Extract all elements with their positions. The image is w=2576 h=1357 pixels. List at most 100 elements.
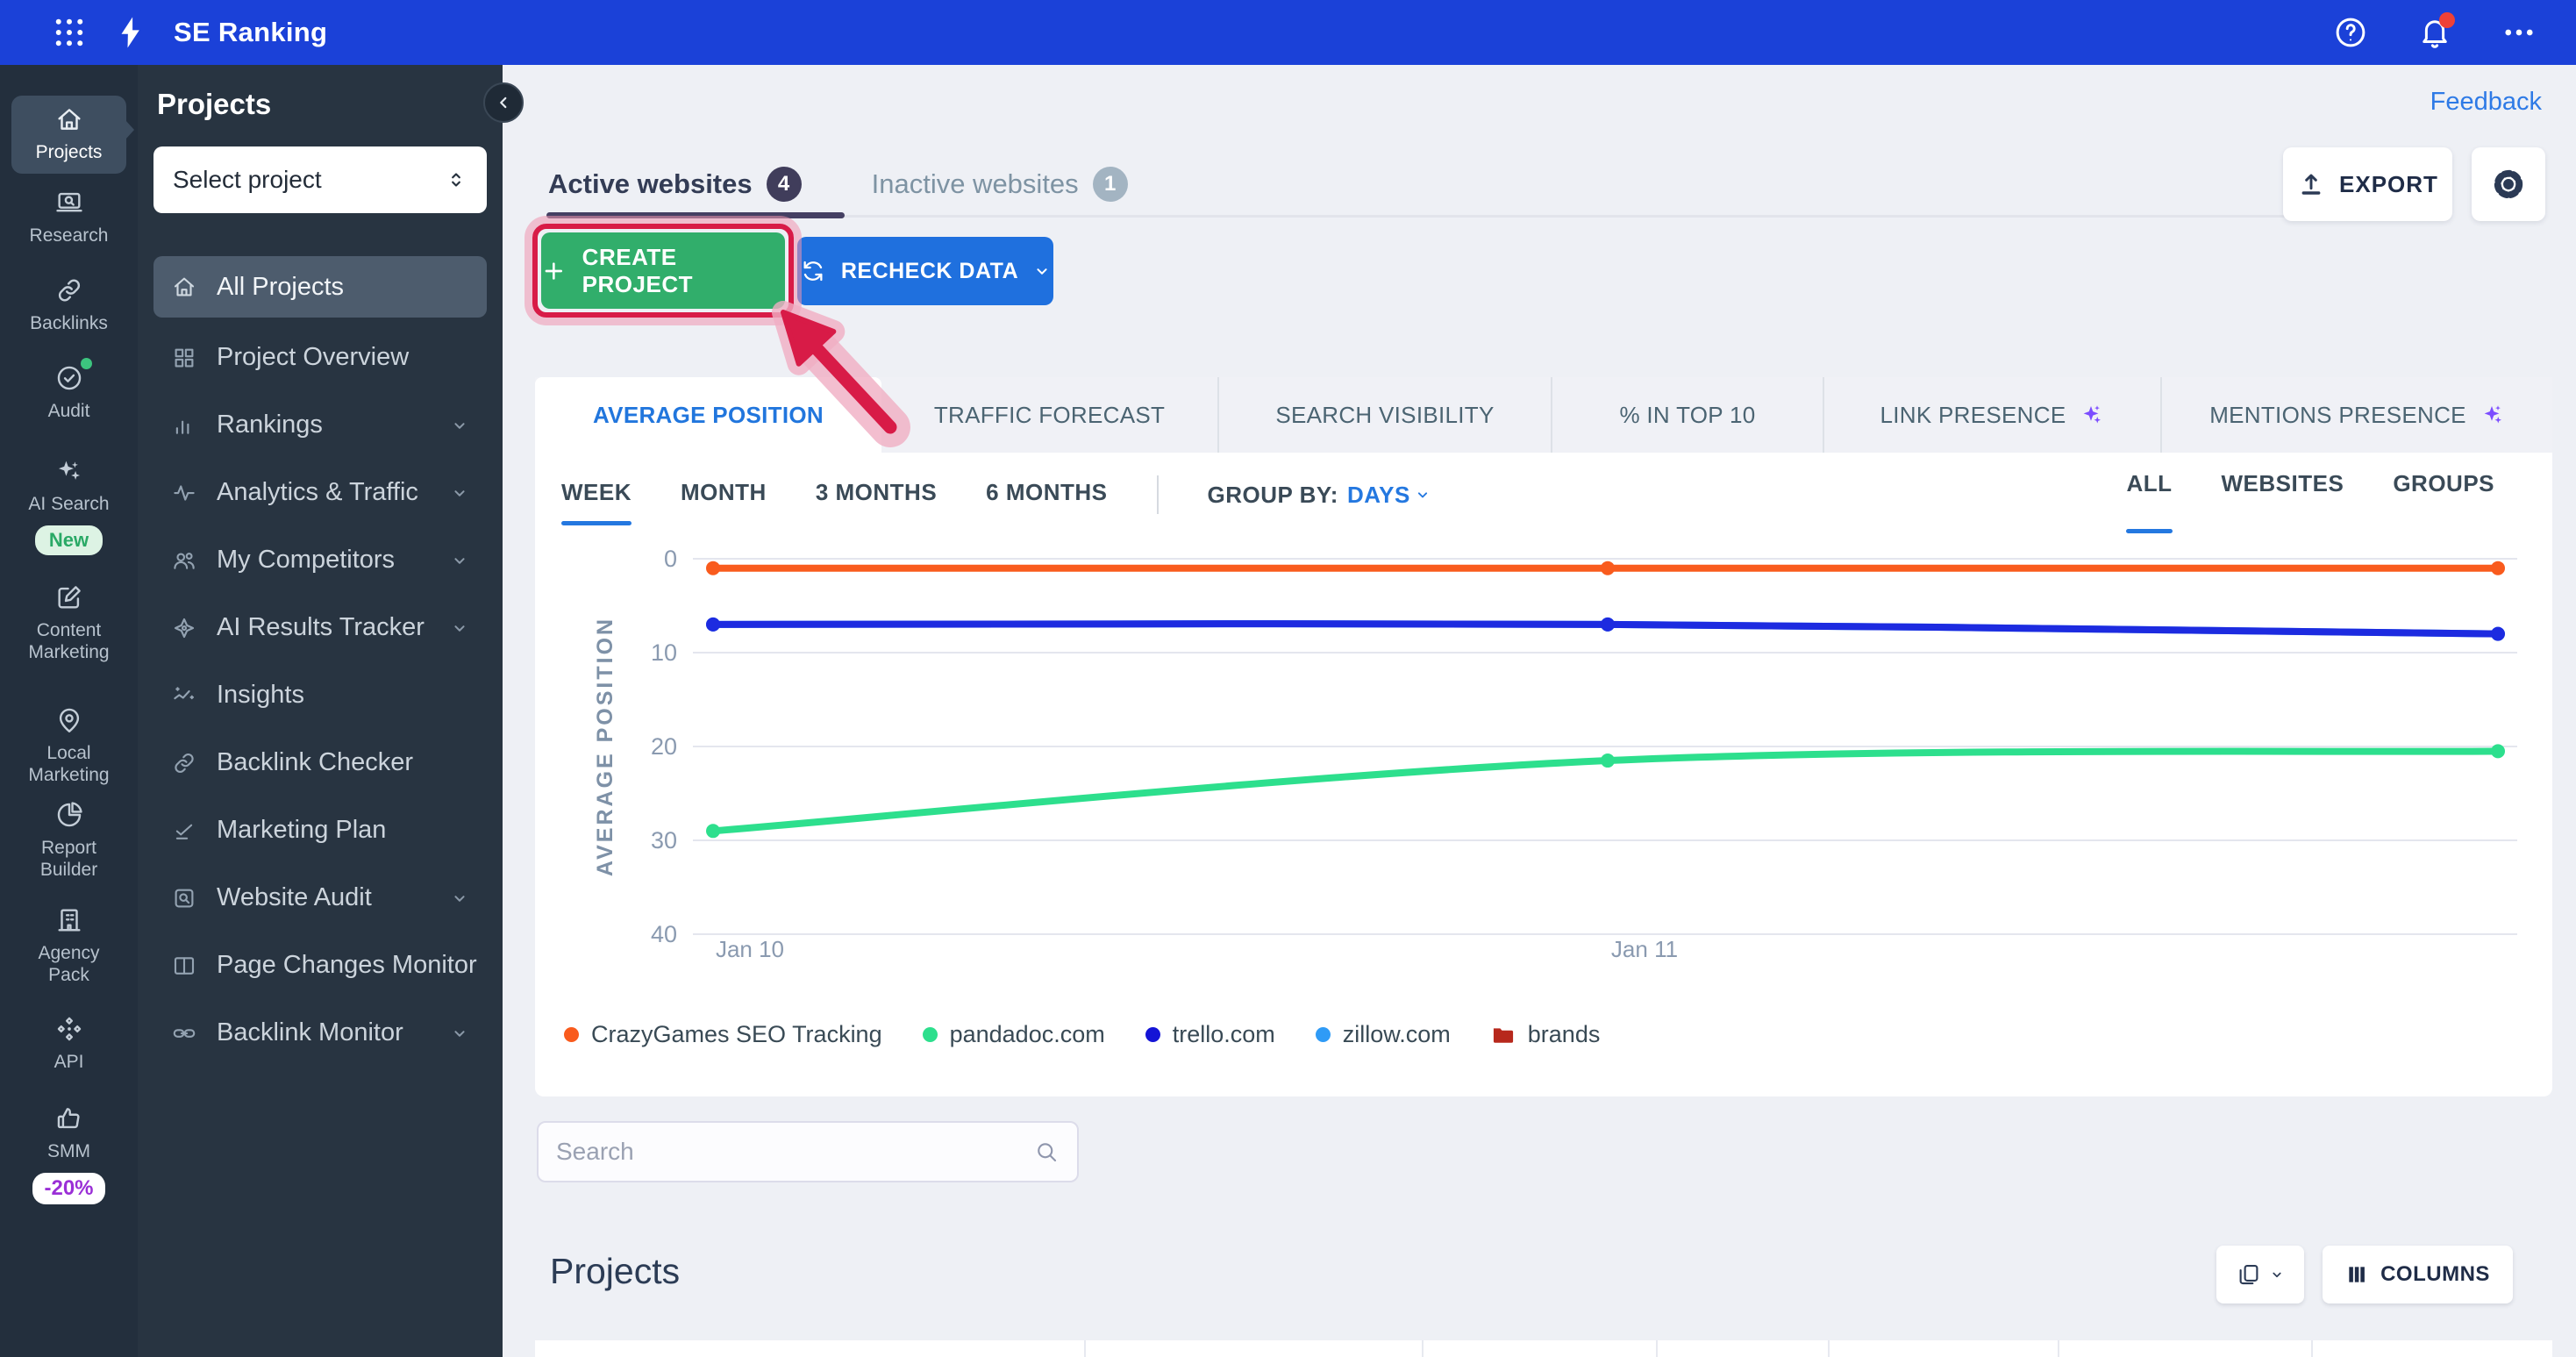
rail-item-label: Audit <box>48 400 90 422</box>
scope-all[interactable]: ALL <box>2126 470 2172 519</box>
help-icon[interactable] <box>2332 14 2369 51</box>
se-ranking-logo-icon[interactable] <box>112 14 149 51</box>
feedback-link[interactable]: Feedback <box>2430 88 2542 117</box>
sidebar-item-website-audit[interactable]: Website Audit <box>153 864 487 932</box>
folder-icon <box>1491 1023 1516 1047</box>
sidebar-collapse-button[interactable] <box>483 82 524 123</box>
chevron-down-icon <box>450 416 469 435</box>
svg-text:Jan 10: Jan 10 <box>716 936 784 962</box>
activity-icon <box>171 480 197 506</box>
chevron-down-icon <box>450 889 469 908</box>
svg-text:Jan 11: Jan 11 <box>1611 936 1678 962</box>
tab-inactive-websites[interactable]: Inactive websites 1 <box>872 167 1128 202</box>
search-box <box>537 1121 1079 1182</box>
metric-tab-average-position[interactable]: AVERAGE POSITION <box>535 377 881 453</box>
sidebar-item-page-changes-monitor[interactable]: Page Changes Monitor <box>153 932 487 999</box>
create-project-button[interactable]: CREATE PROJECT <box>541 232 785 309</box>
rail-item-label: Backlinks <box>30 312 108 334</box>
chevron-down-icon <box>1414 486 1431 504</box>
rail-item-smm[interactable]: SMM -20% <box>0 1103 138 1204</box>
rail-item-report-builder[interactable]: Report Builder <box>0 800 138 881</box>
sidebar-item-all-projects[interactable]: All Projects <box>153 256 487 318</box>
svg-text:30: 30 <box>651 827 677 853</box>
legend-item[interactable]: CrazyGames SEO Tracking <box>564 1021 882 1048</box>
tab-track-line <box>845 215 2423 218</box>
sidebar-item-project-overview[interactable]: Project Overview <box>153 324 487 391</box>
chart-legend: CrazyGames SEO Tracking pandadoc.com tre… <box>564 1021 1600 1048</box>
svg-text:20: 20 <box>651 733 677 760</box>
rail-item-backlinks[interactable]: Backlinks <box>0 275 138 334</box>
sparkles-icon <box>54 456 84 486</box>
more-menu-icon[interactable] <box>2501 14 2537 51</box>
export-button[interactable]: EXPORT <box>2283 147 2452 221</box>
rail-item-label: SMM <box>47 1140 90 1162</box>
sidebar-item-my-competitors[interactable]: My Competitors <box>153 526 487 594</box>
rail-item-agency-pack[interactable]: Agency Pack <box>0 905 138 986</box>
bar-chart-icon <box>171 412 197 439</box>
gear-icon <box>2490 166 2527 203</box>
time-range-controls: WEEK MONTH 3 MONTHS 6 MONTHS GROUP BY: D… <box>561 470 1431 519</box>
audit-search-icon <box>171 885 197 911</box>
range-month[interactable]: MONTH <box>681 479 767 511</box>
sidebar-nav: Project Overview Rankings Analytics & Tr… <box>153 324 487 1067</box>
sidebar-item-backlink-checker[interactable]: Backlink Checker <box>153 729 487 796</box>
chain-link-icon <box>171 1020 197 1046</box>
metric-tab-search-visibility[interactable]: SEARCH VISIBILITY <box>1219 377 1552 453</box>
checklist-icon <box>171 818 197 844</box>
ai-sparkle-icon <box>2078 402 2104 428</box>
app-grid-icon[interactable] <box>51 14 88 51</box>
scope-groups[interactable]: GROUPS <box>2393 470 2494 519</box>
average-position-chart: 010203040Jan 10Jan 11AVERAGE POSITION <box>579 535 2544 978</box>
active-notch <box>125 120 134 139</box>
sidebar-item-label: All Projects <box>217 273 344 302</box>
search-input[interactable] <box>556 1138 1033 1166</box>
recheck-data-button[interactable]: RECHECK DATA <box>797 237 1053 305</box>
sidebar-item-rankings[interactable]: Rankings <box>153 391 487 459</box>
rail-item-audit[interactable]: Audit <box>0 363 138 422</box>
metric-tab-traffic-forecast[interactable]: TRAFFIC FORECAST <box>881 377 1219 453</box>
rail-item-projects[interactable]: Projects <box>11 96 126 174</box>
rail-item-local-marketing[interactable]: Local Marketing <box>0 705 138 786</box>
annotation-highlight-box: CREATE PROJECT <box>532 224 794 318</box>
group-by-control[interactable]: GROUP BY: DAYS <box>1208 482 1431 509</box>
sidebar-item-insights[interactable]: Insights <box>153 661 487 729</box>
metric-tab-in-top-10[interactable]: % IN TOP 10 <box>1552 377 1824 453</box>
metric-tab-link-presence[interactable]: LINK PRESENCE <box>1824 377 2162 453</box>
sidebar-item-marketing-plan[interactable]: Marketing Plan <box>153 796 487 864</box>
legend-marker <box>564 1027 579 1042</box>
ai-tracker-icon <box>171 615 197 641</box>
upload-icon <box>2297 170 2325 198</box>
tab-active-websites[interactable]: Active websites 4 <box>548 167 802 202</box>
svg-text:0: 0 <box>664 546 677 572</box>
range-6-months[interactable]: 6 MONTHS <box>986 479 1107 511</box>
sidebar-item-analytics-traffic[interactable]: Analytics & Traffic <box>153 459 487 526</box>
settings-button[interactable] <box>2472 147 2545 221</box>
columns-button[interactable]: COLUMNS <box>2323 1246 2513 1303</box>
projects-section-title: Projects <box>550 1251 680 1292</box>
metric-tab-mentions-presence[interactable]: MENTIONS PRESENCE <box>2162 377 2552 453</box>
svg-text:40: 40 <box>651 921 677 947</box>
legend-item[interactable]: trello.com <box>1145 1021 1275 1048</box>
legend-item-brands[interactable]: brands <box>1491 1021 1601 1048</box>
legend-item[interactable]: pandadoc.com <box>923 1021 1105 1048</box>
range-week[interactable]: WEEK <box>561 479 632 511</box>
count-badge: 4 <box>767 167 802 202</box>
sidebar-item-backlink-monitor[interactable]: Backlink Monitor <box>153 999 487 1067</box>
rail-item-content-marketing[interactable]: Content Marketing <box>0 582 138 663</box>
project-select[interactable]: Select project <box>153 146 487 213</box>
copy-view-button[interactable] <box>2216 1246 2304 1303</box>
rail-item-label: Projects <box>36 141 103 163</box>
legend-item[interactable]: zillow.com <box>1316 1021 1451 1048</box>
rail-item-api[interactable]: API <box>0 1014 138 1073</box>
notifications-icon[interactable] <box>2416 14 2453 51</box>
project-select-value: Select project <box>173 166 322 194</box>
rail-item-research[interactable]: Research <box>0 188 138 246</box>
rail-item-ai-search[interactable]: AI Search New <box>0 456 138 555</box>
scope-websites[interactable]: WEBSITES <box>2222 470 2344 519</box>
sidebar-item-ai-results-tracker[interactable]: AI Results Tracker <box>153 594 487 661</box>
thumbs-up-icon <box>54 1103 84 1133</box>
range-3-months[interactable]: 3 MONTHS <box>816 479 937 511</box>
website-tabs: Active websites 4 Inactive websites 1 <box>548 167 1128 202</box>
home-icon <box>171 274 197 300</box>
notification-dot <box>2439 12 2455 28</box>
